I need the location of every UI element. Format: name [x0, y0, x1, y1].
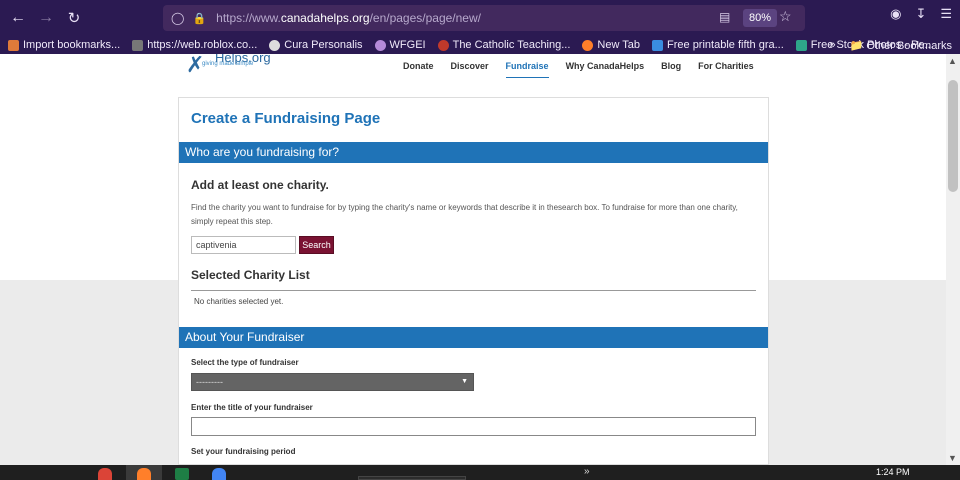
- nav-why-canadahelps[interactable]: Why CanadaHelps: [566, 61, 645, 78]
- search-button[interactable]: Search: [299, 236, 334, 254]
- firefox-icon: [582, 39, 594, 51]
- nav-donate[interactable]: Donate: [403, 61, 434, 78]
- help-text: Find the charity you want to fundraise f…: [191, 203, 738, 226]
- chevron-down-icon: ▼: [461, 378, 468, 385]
- nav-discover[interactable]: Discover: [451, 61, 489, 78]
- menu-icon[interactable]: ☰: [940, 6, 952, 22]
- chevron-right-icon[interactable]: »: [830, 39, 836, 52]
- add-charity-heading: Add at least one charity.: [191, 178, 329, 192]
- back-arrow-icon[interactable]: ←: [4, 4, 32, 32]
- bookmark-item[interactable]: The Catholic Teaching...: [437, 39, 571, 51]
- bookmark-label: WFGEI: [389, 39, 426, 51]
- reader-view-icon[interactable]: ▤: [719, 10, 730, 24]
- nav-for-charities[interactable]: For Charities: [698, 61, 754, 78]
- site-icon: [652, 39, 664, 51]
- url-text[interactable]: https://www.canadahelps.org/en/pages/pag…: [216, 11, 481, 25]
- bookmark-item[interactable]: Cura Personalis: [269, 39, 363, 51]
- download-icon[interactable]: ↧: [915, 6, 926, 22]
- bookmark-label: The Catholic Teaching...: [452, 39, 571, 51]
- site-icon: [795, 39, 807, 51]
- fundraiser-type-label: Select the type of fundraiser: [191, 358, 299, 367]
- globe-icon: [374, 39, 386, 51]
- no-charities-text: No charities selected yet.: [194, 297, 284, 306]
- nav-blog[interactable]: Blog: [661, 61, 681, 78]
- page-scrollbar[interactable]: ▲ ▼: [946, 54, 960, 465]
- fundraiser-type-select[interactable]: --------- ▼: [191, 373, 474, 391]
- reload-icon[interactable]: ↻: [60, 4, 88, 32]
- page-title: Create a Fundraising Page: [191, 110, 381, 127]
- firefox-icon[interactable]: [137, 468, 151, 480]
- lock-icon[interactable]: 🔒: [192, 12, 206, 25]
- bookmark-label: Cura Personalis: [284, 39, 363, 51]
- bookmark-label: Import bookmarks...: [23, 39, 121, 51]
- excel-icon[interactable]: [175, 468, 189, 480]
- chrome-icon[interactable]: [98, 468, 112, 480]
- selected-charity-heading: Selected Charity List: [191, 268, 310, 282]
- fundraising-form-card: Create a Fundraising Page Who are you fu…: [178, 97, 769, 465]
- fundraiser-title-label: Enter the title of your fundraiser: [191, 403, 313, 412]
- bookmark-label: https://web.roblox.co...: [147, 39, 258, 51]
- page-content: ✗ Helps.org giving made simple Donate Di…: [0, 54, 946, 465]
- other-bookmarks[interactable]: 📁 Other Bookmarks: [850, 39, 952, 52]
- shield-icon[interactable]: ◯: [171, 11, 184, 25]
- logo-tagline: giving made simple: [202, 61, 254, 67]
- bookmarks-bar: Import bookmarks... https://web.roblox.c…: [0, 36, 960, 54]
- chevron-right-icon[interactable]: »: [584, 466, 590, 477]
- os-taskbar: » 1:24 PM: [0, 465, 960, 480]
- url-bar[interactable]: ◯ 🔒 https://www.canadahelps.org/en/pages…: [163, 5, 805, 31]
- chrome-icon[interactable]: [212, 468, 226, 480]
- scroll-down-icon[interactable]: ▼: [948, 453, 957, 463]
- forward-arrow-icon[interactable]: →: [32, 4, 60, 32]
- site-icon: [437, 39, 449, 51]
- bookmark-item[interactable]: WFGEI: [374, 39, 426, 51]
- scrollbar-thumb[interactable]: [948, 80, 958, 192]
- bookmark-item[interactable]: New Tab: [582, 39, 640, 51]
- bookmark-item[interactable]: Import bookmarks...: [8, 39, 120, 51]
- section-header-fundraising-for: Who are you fundraising for?: [179, 142, 768, 163]
- taskbar-clock[interactable]: 1:24 PM: [876, 467, 910, 477]
- import-icon: [8, 39, 19, 51]
- section-header-about-fundraiser: About Your Fundraiser: [179, 327, 768, 348]
- charity-search-input[interactable]: captivenia: [191, 236, 296, 254]
- zoom-level-badge[interactable]: 80%: [743, 9, 778, 27]
- bookmark-item[interactable]: Free printable fifth gra...: [652, 39, 784, 51]
- other-bookmarks-label: Other Bookmarks: [866, 40, 952, 52]
- bookmark-item[interactable]: https://web.roblox.co...: [132, 39, 257, 51]
- scroll-up-icon[interactable]: ▲: [948, 56, 957, 66]
- pocket-icon[interactable]: ◉: [890, 6, 901, 22]
- folder-icon: 📁: [849, 40, 864, 52]
- fundraising-period-label: Set your fundraising period: [191, 447, 296, 456]
- page-icon: [132, 39, 144, 51]
- fundraiser-type-value: ---------: [196, 377, 223, 387]
- bookmark-label: New Tab: [597, 39, 641, 51]
- nav-fundraise[interactable]: Fundraise: [505, 61, 549, 78]
- globe-icon: [269, 39, 281, 51]
- taskbar-search-box[interactable]: [358, 476, 466, 480]
- bookmark-star-icon[interactable]: ☆: [779, 8, 792, 25]
- bookmark-label: Free printable fifth gra...: [667, 39, 784, 51]
- fundraiser-title-input[interactable]: [191, 417, 756, 436]
- divider: [191, 290, 756, 291]
- browser-toolbar: ← → ↻ ◯ 🔒 https://www.canadahelps.org/en…: [0, 0, 960, 36]
- main-nav: Donate Discover Fundraise Why CanadaHelp…: [403, 61, 771, 78]
